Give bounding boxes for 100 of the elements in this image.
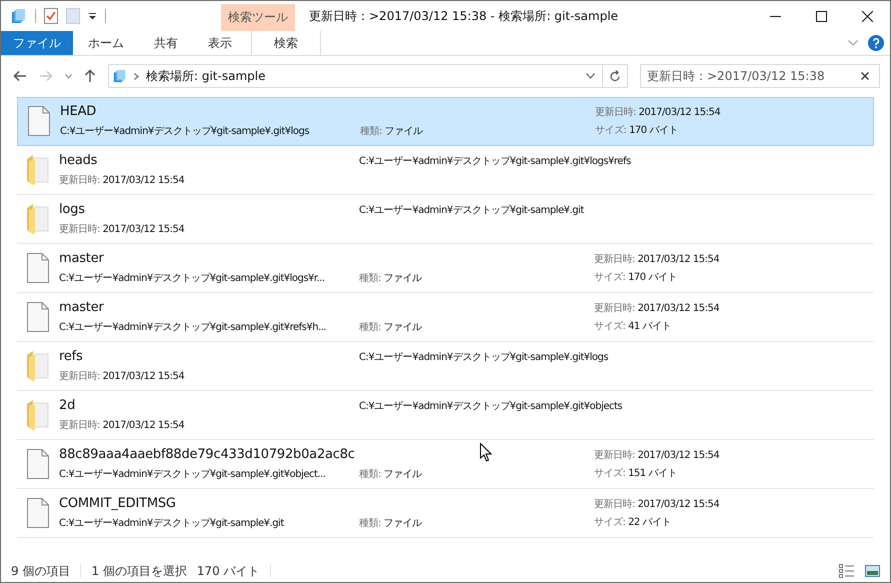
size-label: サイズ:	[595, 125, 626, 136]
date-label: 更新日時:	[59, 420, 100, 431]
maximize-icon	[816, 10, 826, 22]
file-icon	[27, 302, 49, 332]
type-label: 種類:	[359, 322, 381, 333]
ribbon-tab[interactable]: ホーム	[73, 31, 139, 55]
clear-icon[interactable]	[861, 72, 869, 80]
file-icon	[27, 498, 49, 528]
file-list-item[interactable]: 88c89aaa4aaebf88de79c433d10792b0a2ac8c C:¥ユーザー¥admin¥デスクトップ¥git-sample¥.git¥object... 種類: ファイル 更新日時: 2017/03/12 15:54 サイズ: 151 バイト	[17, 440, 874, 489]
type-value: ファイル	[384, 126, 423, 137]
folder-icon	[113, 69, 127, 83]
size-value: 170 バイト	[628, 272, 677, 283]
file-name: logs	[59, 202, 85, 217]
context-tab-group: 検索ツール	[221, 4, 295, 31]
back-arrow-icon[interactable]	[13, 70, 27, 82]
file-name: 2d	[59, 398, 76, 413]
address-bar[interactable]: 検索場所: git-sample	[108, 64, 628, 88]
size-value: 22 バイト	[628, 517, 671, 528]
date-value: 2017/03/12 15:54	[638, 107, 720, 118]
date-value: 2017/03/12 15:54	[638, 499, 720, 510]
help-icon[interactable]	[868, 35, 884, 51]
details-view-icon[interactable]	[839, 564, 855, 578]
folder-icon	[27, 204, 49, 234]
file-list-item[interactable]: master C:¥ユーザー¥admin¥デスクトップ¥git-sample¥.git¥refs¥h... 種類: ファイル 更新日時: 2017/03/12 15:54 サイズ: 41 バイト	[17, 293, 874, 342]
date-label: 更新日時:	[594, 254, 635, 265]
folder-icon	[27, 155, 49, 185]
size-label: サイズ:	[594, 517, 626, 528]
ribbon-tab[interactable]: ファイル	[1, 31, 73, 55]
date-value: 2017/03/12 15:54	[638, 450, 720, 461]
type-value: ファイル	[384, 469, 422, 480]
file-path: C:¥ユーザー¥admin¥デスクトップ¥git-sample¥.git¥refs¥h...	[59, 320, 326, 335]
properties-icon[interactable]	[44, 8, 58, 24]
type-label: 種類:	[359, 518, 381, 529]
file-name: heads	[59, 153, 98, 168]
selection-size: 170 バイト	[196, 562, 260, 580]
selection-count: 1 個の項目を選択	[91, 562, 187, 580]
file-list-item[interactable]: heads 更新日時: 2017/03/12 15:54 C:¥ユーザー¥admin¥デスクトップ¥git-sample¥.git¥logs¥refs	[17, 146, 874, 195]
size-value: 170 バイト	[629, 125, 678, 136]
folder-path: C:¥ユーザー¥admin¥デスクトップ¥git-sample¥.git	[359, 204, 584, 218]
file-icon	[27, 449, 49, 479]
ribbon-tab[interactable]: 表示	[193, 31, 247, 55]
date-label: 更新日時:	[59, 371, 100, 382]
date-value: 2017/03/12 15:54	[638, 303, 720, 314]
chevron-right-icon	[134, 72, 139, 80]
file-name: master	[59, 300, 104, 315]
type-value: ファイル	[384, 518, 422, 529]
date-label: 更新日時:	[594, 303, 635, 314]
date-label: 更新日時:	[59, 175, 100, 186]
date-label: 更新日時:	[59, 224, 100, 235]
folder-icon	[27, 400, 49, 430]
size-label: サイズ:	[594, 468, 626, 479]
chevron-icon[interactable]	[65, 74, 72, 78]
date-value: 2017/03/12 15:54	[102, 420, 184, 431]
date-value: 2017/03/12 15:54	[102, 224, 184, 235]
file-name: 88c89aaa4aaebf88de79c433d10792b0a2ac8c	[59, 447, 355, 462]
date-label: 更新日時:	[594, 499, 635, 510]
file-name: COMMIT_EDITMSG	[59, 496, 176, 511]
file-path: C:¥ユーザー¥admin¥デスクトップ¥git-sample¥.git	[59, 516, 284, 531]
file-list-item[interactable]: refs 更新日時: 2017/03/12 15:54 C:¥ユーザー¥admin¥デスクトップ¥git-sample¥.git¥logs	[17, 342, 874, 391]
file-path: C:¥ユーザー¥admin¥デスクトップ¥git-sample¥.git¥object...	[59, 468, 326, 482]
folder-icon	[27, 351, 49, 381]
type-value: ファイル	[384, 322, 422, 333]
date-label: 更新日時:	[595, 107, 636, 118]
type-label: 種類:	[360, 126, 382, 137]
mouse-cursor-icon	[480, 443, 492, 462]
date-value: 2017/03/12 15:54	[102, 371, 184, 382]
date-label: 更新日時:	[594, 450, 635, 461]
item-count: 9 個の項目	[11, 562, 70, 580]
file-list-item[interactable]: HEAD C:¥ユーザー¥admin¥デスクトップ¥git-sample¥.git¥logs 種類: ファイル 更新日時: 2017/03/12 15:54 サイズ: 170 バイト	[17, 97, 874, 146]
search-field[interactable]: 更新日時：>2017/03/12 15:38	[640, 64, 880, 88]
file-list-item[interactable]: COMMIT_EDITMSG C:¥ユーザー¥admin¥デスクトップ¥git-sample¥.git 種類: ファイル 更新日時: 2017/03/12 15:54 サイズ: 22 バイト	[17, 489, 874, 538]
type-label: 種類:	[359, 469, 381, 480]
size-label: サイズ:	[594, 321, 626, 332]
dropdown-icon[interactable]	[88, 12, 97, 20]
size-label: サイズ:	[594, 272, 626, 283]
ribbon-tab[interactable]: 検索	[251, 31, 321, 55]
file-path: C:¥ユーザー¥admin¥デスクトップ¥git-sample¥.git¥logs¥r...	[59, 272, 325, 286]
up-arrow-icon[interactable]	[84, 69, 96, 83]
close-icon	[862, 10, 872, 22]
ribbon-tab[interactable]: 共有	[139, 31, 193, 55]
window-title: 更新日時：>2017/03/12 15:38 - 検索場所: git-sample	[308, 8, 620, 24]
folder-path: C:¥ユーザー¥admin¥デスクトップ¥git-sample¥.git¥logs	[359, 350, 608, 365]
refresh-icon[interactable]	[610, 70, 621, 82]
date-value: 2017/03/12 15:54	[102, 175, 184, 186]
file-name: refs	[59, 349, 83, 364]
chevron-icon[interactable]	[586, 73, 595, 79]
file-list-item[interactable]: logs 更新日時: 2017/03/12 15:54 C:¥ユーザー¥admin¥デスクトップ¥git-sample¥.git	[17, 195, 874, 244]
date-value: 2017/03/12 15:54	[638, 254, 720, 265]
file-icon	[28, 106, 50, 136]
file-icon	[27, 253, 49, 283]
size-value: 41 バイト	[628, 321, 671, 332]
file-list-item[interactable]: 2d 更新日時: 2017/03/12 15:54 C:¥ユーザー¥admin¥デスクトップ¥git-sample¥.git¥objects	[17, 391, 874, 440]
file-path: C:¥ユーザー¥admin¥デスクトップ¥git-sample¥.git¥logs	[60, 124, 310, 139]
folder-icon[interactable]	[11, 8, 27, 24]
address-path: 検索場所: git-sample	[146, 68, 266, 84]
file-list-item[interactable]: master C:¥ユーザー¥admin¥デスクトップ¥git-sample¥.git¥logs¥r... 種類: ファイル 更新日時: 2017/03/12 15:54 サイズ: 170 バイト	[17, 244, 874, 293]
file-name: HEAD	[60, 104, 96, 119]
file-name: master	[59, 251, 104, 266]
large-icons-view-icon[interactable]	[865, 565, 880, 577]
type-value: ファイル	[384, 273, 422, 284]
